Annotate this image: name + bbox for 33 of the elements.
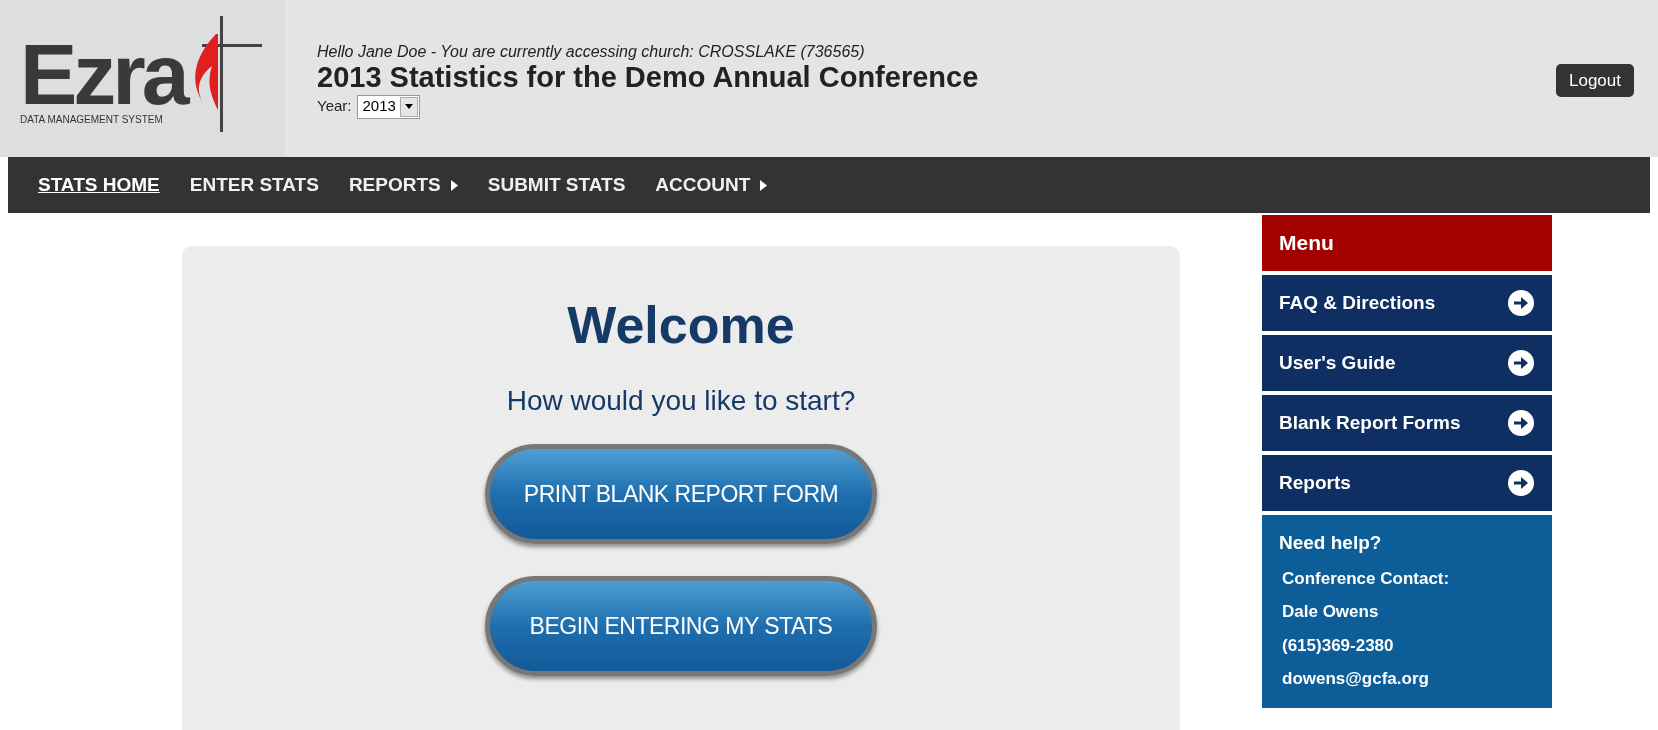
greeting-text: Hello Jane Doe - You are currently accessing church: CROSSLAKE (736565) [317, 42, 866, 61]
action-button[interactable]: BEGIN ENTERING MY STATS [485, 576, 877, 676]
menu-title: Menu [1279, 230, 1334, 257]
logo-wordmark: Ezra [20, 34, 186, 114]
help-line: Dale Owens [1281, 601, 1380, 623]
arrow-right-circle-icon [1507, 289, 1535, 317]
nav-link[interactable]: STATS HOME [38, 170, 160, 200]
submenu-arrow-icon [760, 179, 768, 191]
nav-link[interactable]: ENTER STATS [189, 170, 319, 200]
menu-item[interactable]: User's Guide [1262, 335, 1552, 391]
submenu-arrow-icon [450, 179, 458, 191]
help-line: dowens@gcfa.org [1281, 668, 1430, 690]
page-title: 2013 Statistics for the Demo Annual Conference [317, 60, 979, 93]
menu-item[interactable]: FAQ & Directions [1262, 275, 1552, 331]
arrow-right-circle-icon [1507, 469, 1535, 497]
arrow-right-circle-icon [1507, 409, 1535, 437]
nav-link[interactable]: SUBMIT STATS [487, 170, 626, 200]
menu-item[interactable]: Blank Report Forms [1262, 395, 1552, 451]
help-line: Conference Contact: [1281, 567, 1451, 590]
year-label: Year: [317, 96, 352, 117]
welcome-heading: Welcome [567, 295, 795, 356]
dropdown-caret-icon [404, 104, 413, 109]
nav-link[interactable]: ACCOUNT [655, 170, 768, 200]
help-title: Need help? [1279, 531, 1383, 555]
welcome-subtitle: How would you like to start? [506, 384, 856, 418]
arrow-right-circle-icon [1507, 349, 1535, 377]
year-dropdown[interactable]: 2013 [357, 94, 420, 119]
nav-link[interactable]: REPORTS [348, 170, 458, 200]
action-button[interactable]: PRINT BLANK REPORT FORM [485, 444, 877, 544]
logo-tagline: DATA MANAGEMENT SYSTEM [20, 113, 164, 127]
help-line: (615)369-2380 [1281, 634, 1395, 657]
logout-button[interactable]: Logout [1556, 64, 1634, 97]
menu-item[interactable]: Reports [1262, 455, 1552, 511]
